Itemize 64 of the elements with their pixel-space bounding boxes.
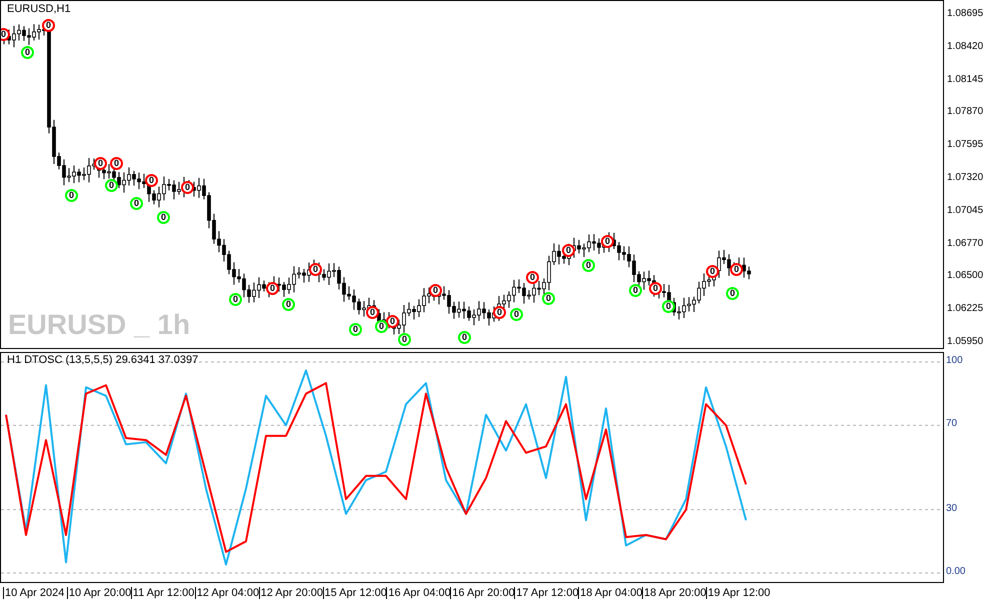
indicator-label: H1 DTOSC (13,5,5,5) 29.6341 37.0397 xyxy=(7,355,198,366)
price-label: 1.08420 xyxy=(947,42,984,52)
signal-marker: 0 xyxy=(145,174,158,187)
price-label: 1.07045 xyxy=(947,206,984,216)
signal-marker: 0 xyxy=(21,46,34,59)
time-label: 18 Apr 04:00 xyxy=(578,587,642,599)
y-tick-label: 0.00 xyxy=(946,566,966,577)
signal-marker: 0 xyxy=(429,284,442,297)
signal-marker: 0 xyxy=(157,211,170,224)
chart-title: EURUSD,H1 xyxy=(7,4,71,15)
price-label: 1.06770 xyxy=(947,238,984,249)
signal-marker: 0 xyxy=(510,308,523,321)
signal-marker: 0 xyxy=(542,292,555,305)
signal-marker: 0 xyxy=(229,293,242,306)
time-label: 19 Apr 12:00 xyxy=(706,587,770,599)
signal-marker: 0 xyxy=(1,28,10,41)
signal-marker: 0 xyxy=(42,19,55,32)
y-tick-label: 70 xyxy=(946,419,958,430)
signal-marker: 0 xyxy=(706,265,719,278)
signal-marker: 0 xyxy=(181,181,194,194)
signal-marker: 0 xyxy=(349,323,362,336)
price-label: 1.06500 xyxy=(947,271,984,282)
time-label: 12 Apr 04:00 xyxy=(194,587,260,599)
signal-marker: 0 xyxy=(726,287,739,300)
signal-marker: 0 xyxy=(65,189,78,202)
signal-marker: 0 xyxy=(562,244,575,257)
price-label: 1.06225 xyxy=(947,304,984,314)
signal-marker: 0 xyxy=(266,282,279,295)
signal-marker: 0 xyxy=(94,157,107,170)
price-label: 1.08695 xyxy=(947,9,984,19)
time-label: 11 Apr 12:00 xyxy=(130,587,194,599)
y-tick-label: 30 xyxy=(946,504,958,514)
signal-marker: 0 xyxy=(649,282,662,295)
time-label: 16 Apr 04:00 xyxy=(386,587,451,599)
signal-marker: 0 xyxy=(526,271,539,284)
time-label: 15 Apr 12:00 xyxy=(322,587,387,599)
time-label: 10 Apr 2024 xyxy=(3,587,64,599)
time-label: 17 Apr 12:00 xyxy=(514,587,579,599)
y-tick-label: 100 xyxy=(946,356,963,366)
signal-marker: 0 xyxy=(493,306,506,319)
signal-marker: 0 xyxy=(130,197,143,210)
price-label: 1.07320 xyxy=(947,173,984,183)
signal-marker: 0 xyxy=(629,284,642,297)
signal-marker: 0 xyxy=(282,298,295,311)
price-label: 1.08145 xyxy=(947,74,984,85)
signal-marker: 0 xyxy=(582,259,595,272)
signal-marker: 0 xyxy=(375,320,388,333)
signal-marker: 0 xyxy=(730,263,743,276)
signal-marker: 0 xyxy=(366,306,379,319)
signal-marker: 0 xyxy=(386,315,399,328)
time-label: 16 Apr 20:00 xyxy=(450,587,515,599)
signal-marker: 0 xyxy=(398,333,411,346)
time-label: 12 Apr 20:00 xyxy=(258,587,323,599)
signal-marker: 0 xyxy=(105,179,118,192)
price-label: 1.07870 xyxy=(947,107,984,118)
time-label: 10 Apr 20:00 xyxy=(66,587,132,599)
signal-marker: 0 xyxy=(458,331,471,344)
signal-marker: 0 xyxy=(110,157,123,170)
signal-marker: 0 xyxy=(601,235,614,248)
time-label: 18 Apr 20:00 xyxy=(642,587,706,599)
price-label: 1.07595 xyxy=(947,140,984,150)
price-label: 1.05950 xyxy=(947,337,984,347)
signal-marker: 0 xyxy=(662,300,675,313)
signal-marker: 0 xyxy=(309,263,322,276)
